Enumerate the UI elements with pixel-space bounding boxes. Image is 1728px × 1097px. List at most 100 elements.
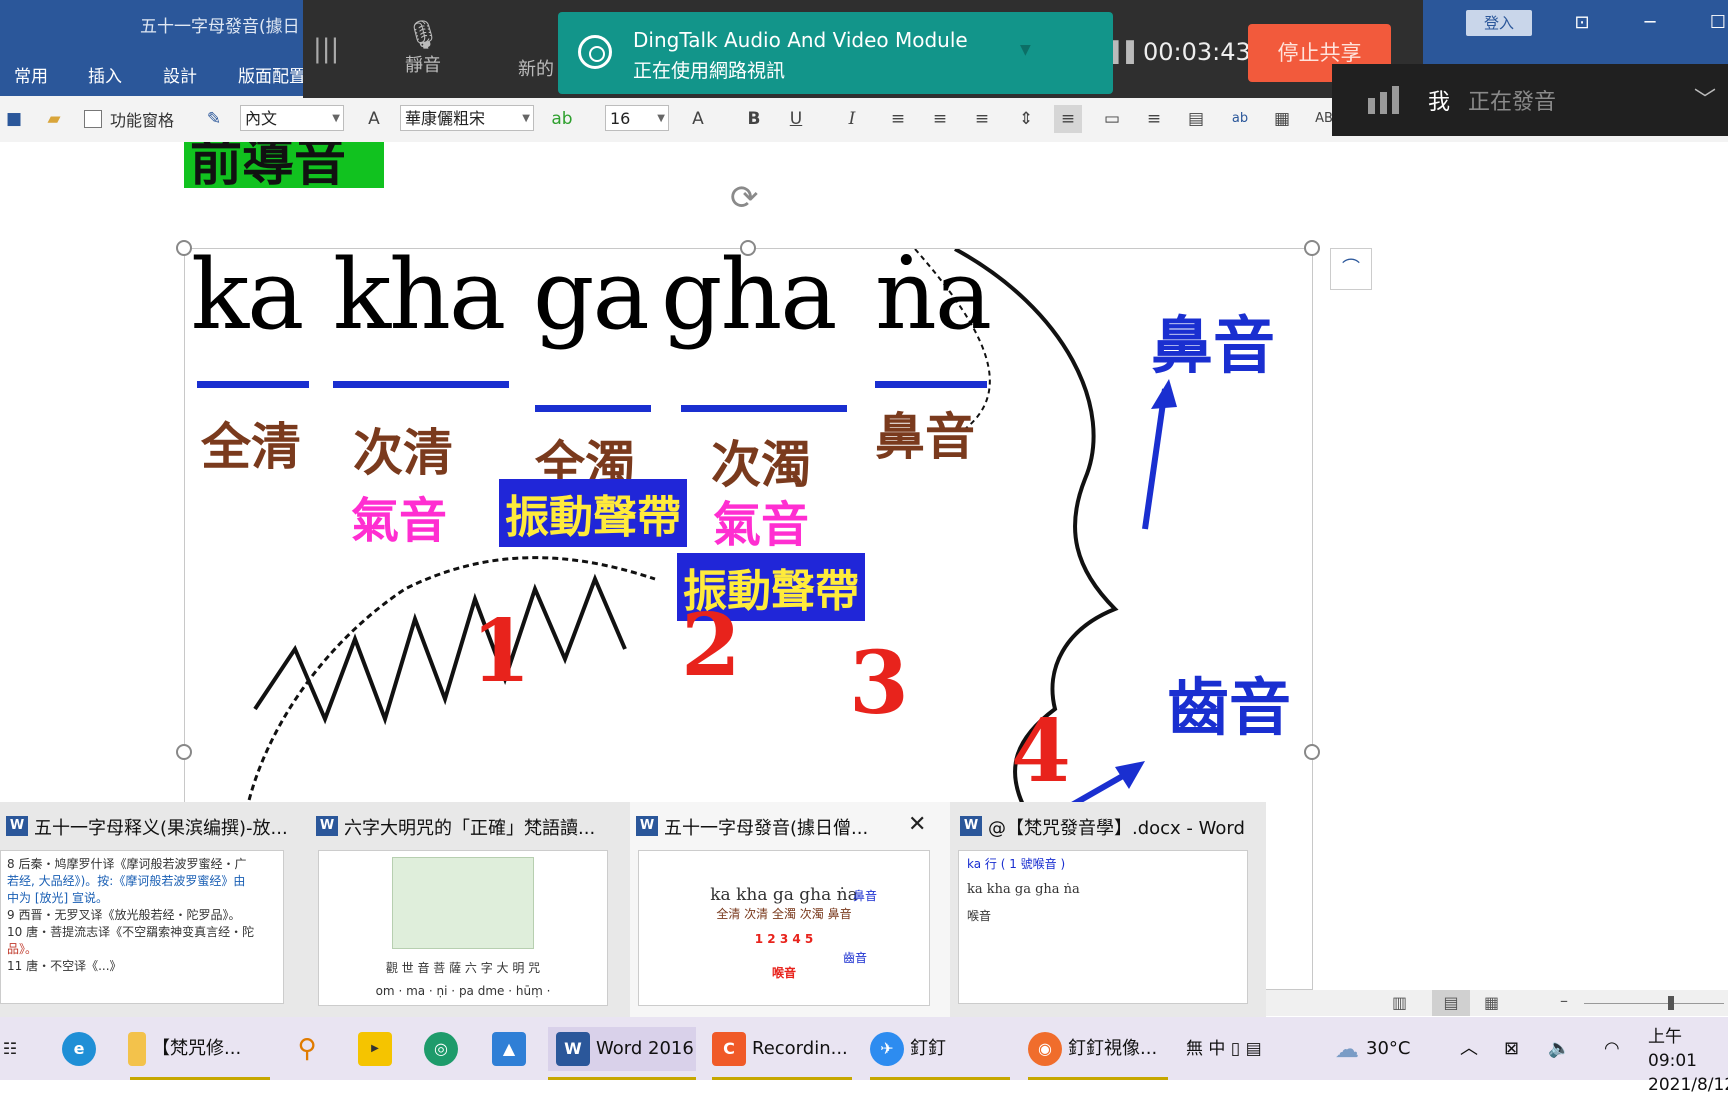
style-select[interactable]: 內文 ▼ (240, 105, 344, 131)
search-icon[interactable]: ⚲ (290, 1027, 330, 1071)
tab-design[interactable]: 設計 (163, 62, 197, 87)
chevron-down-icon: ▼ (657, 113, 665, 124)
nav-pane-checkbox[interactable] (84, 110, 102, 128)
window-thumbnail[interactable]: W @【梵咒發音學】.docx - Word ka 行 ( 1 號喉音 ) ka… (954, 802, 1266, 1017)
wifi-icon[interactable]: ◠ (1604, 1027, 1620, 1071)
font-color-icon[interactable]: A (684, 105, 712, 133)
tab-home[interactable]: 常用 (14, 62, 48, 87)
volume-icon[interactable]: 🔈 (1548, 1027, 1570, 1071)
chevron-down-icon[interactable]: ﹀ (1694, 82, 1716, 114)
resize-handle[interactable] (176, 240, 192, 256)
bold-icon[interactable]: B (740, 105, 768, 133)
minimize-icon[interactable]: ─ (1630, 8, 1670, 38)
ribbon-display-icon[interactable]: ⊡ (1562, 8, 1602, 38)
resize-handle[interactable] (740, 240, 756, 256)
tab-layout[interactable]: 版面配置 (238, 62, 306, 87)
task-dingtalk-video[interactable]: ◉ 釘釘視像... (1028, 1027, 1178, 1071)
task-word[interactable]: W Word 2016 (548, 1027, 696, 1071)
underline (535, 405, 651, 412)
webcam-icon (578, 35, 612, 69)
app-swirl-icon[interactable]: ◎ (424, 1027, 464, 1071)
task-label: Word 2016 (596, 1038, 694, 1059)
align-center-icon[interactable]: ≡ (968, 105, 996, 133)
close-icon[interactable]: ✕ (908, 812, 926, 837)
speaking-indicator: 我 正在發音 ﹀ (1332, 64, 1728, 136)
maximize-icon[interactable]: ☐ (1698, 8, 1728, 38)
task-file-explorer[interactable]: 【梵咒修... (128, 1027, 268, 1071)
resize-handle[interactable] (176, 744, 192, 760)
window-thumbnail[interactable]: W 六字大明咒的「正確」梵語讀... 觀 世 音 菩 薩 六 字 大 明 咒 o… (310, 802, 620, 1017)
web-layout-icon[interactable]: ▦ (1484, 993, 1499, 1012)
zoom-slider-thumb[interactable] (1668, 996, 1674, 1010)
new-button[interactable]: 新的 (518, 55, 554, 81)
preview-line: 9 西晋・无罗叉译《放光般若经・陀罗品》。 (7, 908, 241, 922)
highlight-icon[interactable]: ab (548, 105, 576, 133)
preview-line: 1 2 3 4 5 (754, 932, 814, 946)
format-painter-icon[interactable]: ✎ (200, 105, 228, 133)
layout-options-icon[interactable]: ⌒ (1330, 248, 1372, 290)
drag-handle-icon[interactable]: ||| (313, 34, 339, 64)
resize-handle[interactable] (1304, 744, 1320, 760)
preview-line: 8 后秦・鸠摩罗什译《摩诃般若波罗蜜经・广 (7, 857, 247, 871)
player-icon[interactable]: ▶ (358, 1027, 398, 1071)
preview-line: 若经, 大品经》)。按:《摩诃般若波罗蜜经》由 (7, 874, 246, 888)
preview-line: 全清 次清 全濁 次濁 鼻音 (716, 907, 852, 921)
read-mode-icon[interactable]: ▥ (1392, 993, 1407, 1012)
task-recording[interactable]: C Recordin... (712, 1027, 852, 1071)
replace-icon[interactable]: ab (1226, 105, 1254, 133)
preview-image (392, 857, 534, 949)
camera-notification[interactable]: DingTalk Audio And Video Module 正在使用網路視訊… (558, 12, 1113, 94)
border-icon[interactable]: ▭ (1098, 105, 1126, 133)
photos-icon[interactable]: ▲ (492, 1027, 532, 1071)
word-icon: W (316, 816, 338, 836)
task-dingtalk[interactable]: ✈ 釘釘 (870, 1027, 1010, 1071)
font-select[interactable]: 華康儷粗宋 ▼ (400, 105, 534, 131)
save-icon[interactable]: ■ (0, 105, 28, 133)
line-spacing-icon[interactable]: ⇕ (1012, 105, 1040, 133)
syllable-ga: ga (533, 248, 650, 351)
system-clock[interactable]: 上午 09:01 2021/8/12 (1648, 1025, 1728, 1097)
italic-icon[interactable]: I (838, 105, 866, 133)
underline (681, 405, 847, 412)
indent-icon[interactable]: ≡ (884, 105, 912, 133)
thumbnail-title: @【梵咒發音學】.docx - Word (988, 818, 1245, 839)
preview-line: om · ma · ṇi · pa dme · hūṃ · (375, 984, 551, 998)
edge-icon[interactable]: e (62, 1027, 102, 1071)
network-icon[interactable]: ⊠ (1504, 1027, 1519, 1071)
tab-insert[interactable]: 插入 (88, 62, 122, 87)
font-size-icon[interactable]: A (360, 105, 388, 133)
print-layout-icon[interactable]: ▤ (1432, 990, 1470, 1016)
justify-icon[interactable]: ≡ (1054, 105, 1082, 133)
text-box-icon[interactable]: ▤ (1182, 105, 1210, 133)
heading-text: 前導音 (190, 142, 347, 188)
open-folder-icon[interactable]: ▰ (40, 105, 68, 133)
resize-handle[interactable] (1304, 240, 1320, 256)
font-size-select[interactable]: 16 ▼ (605, 105, 669, 131)
rotate-handle-icon[interactable]: ⟳ (730, 178, 759, 218)
mute-button[interactable]: 🎙 靜音 (383, 18, 463, 88)
task-view-icon[interactable]: ☷ (0, 1027, 26, 1071)
breath-label: 氣音 (351, 493, 448, 549)
ime-mode[interactable]: 無 中 ▯ ▤ (1186, 1027, 1262, 1071)
preview-line: 喉音 (967, 909, 992, 923)
window-thumbnail-active[interactable]: W 五十一字母發音(據日僧... ✕ ka kha ga gha ṅa 全清 次… (630, 802, 950, 1017)
table-icon[interactable]: ▦ (1268, 105, 1296, 133)
window-thumbnail[interactable]: W 五十一字母释义(果滨编撰)-放... 8 后秦・鸠摩罗什译《摩诃般若波罗蜜经… (0, 802, 300, 1017)
word-icon: W (6, 816, 28, 836)
zoom-slider[interactable] (1584, 1003, 1724, 1004)
ime-label: 中 (1208, 1039, 1226, 1059)
quality-label: 鼻音 (875, 407, 975, 466)
weather-temp: 30°C (1366, 1038, 1411, 1059)
underline-icon[interactable]: U (782, 105, 810, 133)
notification-title: DingTalk Audio And Video Module (633, 28, 968, 52)
zoom-out-icon[interactable]: – (1560, 991, 1568, 1010)
align-right-icon[interactable]: ≡ (1140, 105, 1168, 133)
weather[interactable]: ☁ 30°C (1334, 1027, 1410, 1071)
preview-line: ka kha ga gha ṅa (967, 882, 1080, 897)
chevron-up-icon[interactable]: ︿ (1460, 1027, 1478, 1071)
quality-label: 全清 (201, 417, 301, 476)
clock-date: 2021/8/12 (1648, 1075, 1728, 1095)
align-left-icon[interactable]: ≡ (926, 105, 954, 133)
chevron-down-icon[interactable]: ▼ (1020, 42, 1031, 58)
login-button[interactable]: 登入 (1466, 10, 1532, 36)
